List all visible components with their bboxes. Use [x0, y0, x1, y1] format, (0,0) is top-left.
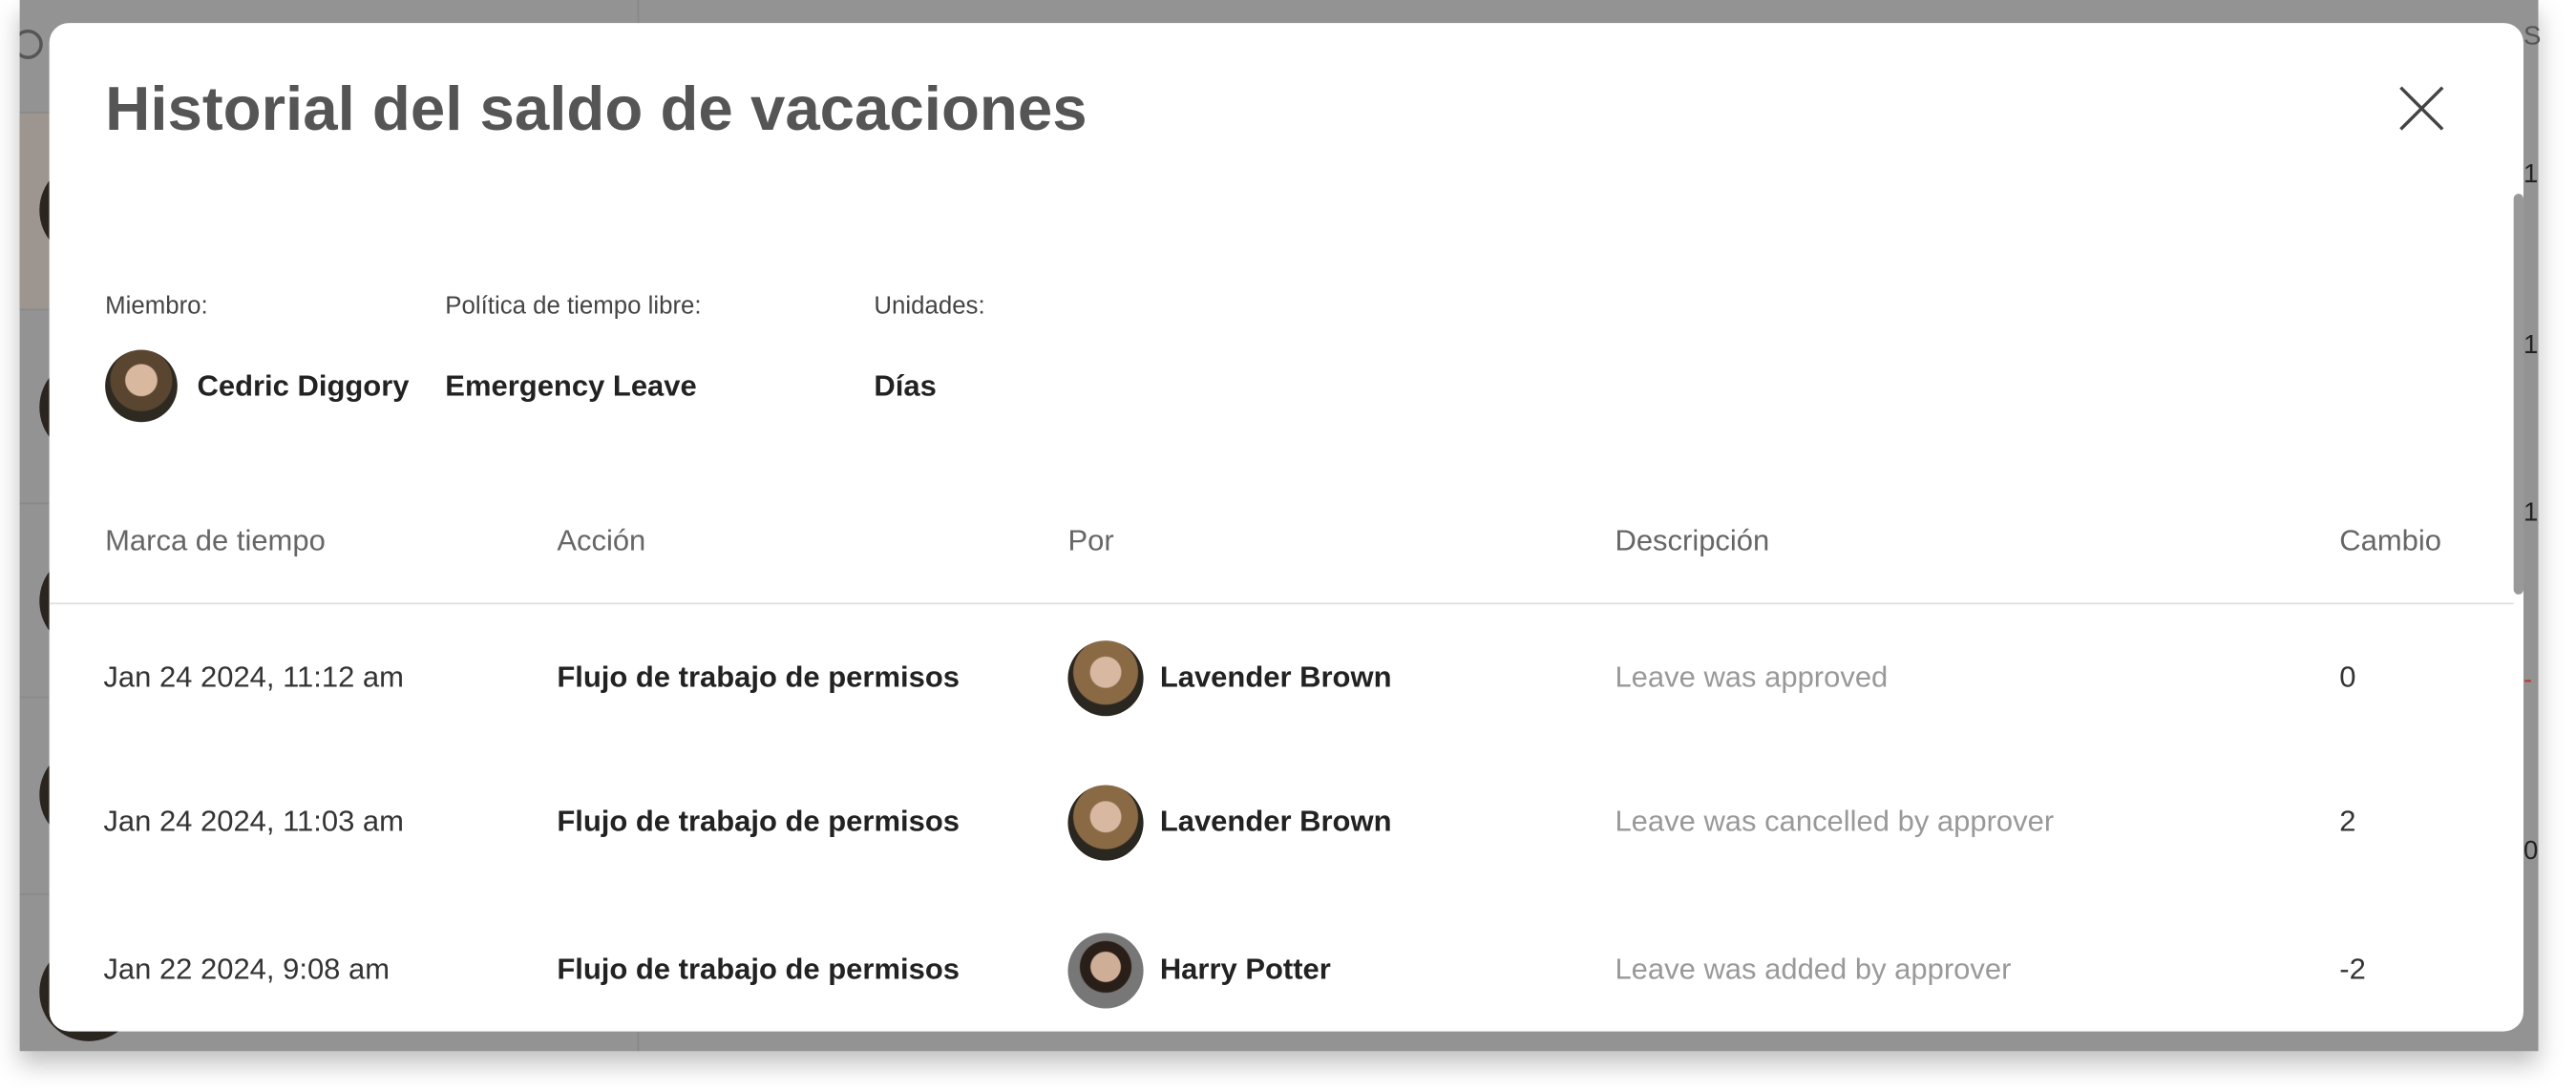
background-text: S	[2523, 23, 2542, 52]
background-text: 1	[2523, 331, 2539, 360]
avatar	[1067, 785, 1144, 861]
header-by: Por	[1067, 523, 1114, 557]
search-icon	[19, 29, 43, 59]
header-timestamp: Marca de tiempo	[105, 523, 326, 557]
cell-action: Flujo de trabajo de permisos	[557, 805, 960, 838]
cell-by: Lavender Brown	[1159, 805, 1392, 838]
balance-history-modal: Historial del saldo de vacaciones Miembr…	[49, 23, 2523, 1032]
scrollbar[interactable]	[2513, 194, 2523, 595]
cell-change: -2	[2339, 953, 2366, 986]
cell-action: Flujo de trabajo de permisos	[557, 953, 960, 986]
header-description: Descripción	[1615, 523, 1770, 557]
cell-by: Harry Potter	[1159, 953, 1331, 986]
cell-description: Leave was cancelled by approver	[1615, 805, 2055, 838]
header-action: Acción	[557, 523, 646, 557]
cell-action: Flujo de trabajo de permisos	[557, 660, 960, 694]
header-change: Cambio	[2339, 523, 2442, 557]
avatar	[1067, 640, 1144, 717]
background-text: 1	[2523, 160, 2539, 189]
cell-description: Leave was approved	[1615, 660, 1889, 694]
modal-title: Historial del saldo de vacaciones	[105, 75, 1087, 145]
avatar	[105, 349, 178, 423]
close-icon[interactable]	[2396, 82, 2448, 135]
units-label: Unidades:	[874, 292, 985, 321]
policy-value: Emergency Leave	[445, 369, 697, 403]
header-divider	[49, 602, 2514, 605]
member-label: Miembro:	[105, 292, 208, 321]
background-text: -	[2523, 666, 2533, 695]
background-text: 1	[2523, 499, 2539, 528]
cell-change: 0	[2339, 660, 2356, 694]
cell-description: Leave was added by approver	[1615, 953, 2012, 986]
cell-change: 2	[2339, 805, 2356, 838]
cell-by: Lavender Brown	[1159, 660, 1392, 694]
avatar	[1067, 933, 1144, 1009]
background-text: 0	[2523, 837, 2539, 866]
cell-timestamp: Jan 24 2024, 11:12 am	[103, 660, 404, 694]
cell-timestamp: Jan 24 2024, 11:03 am	[103, 805, 404, 838]
units-value: Días	[874, 369, 937, 403]
cell-timestamp: Jan 22 2024, 9:08 am	[103, 953, 391, 986]
policy-label: Política de tiempo libre:	[445, 292, 702, 321]
member-name: Cedric Diggory	[197, 369, 410, 403]
